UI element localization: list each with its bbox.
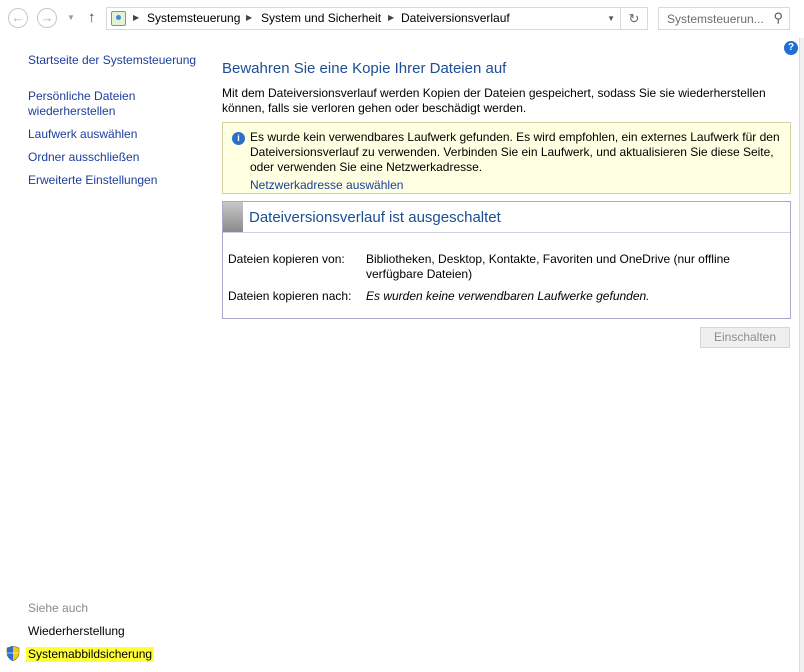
control-panel-icon: [111, 11, 126, 26]
copy-to-value: Es wurden keine verwendbaren Laufwerke g…: [366, 289, 650, 303]
page-title: Bewahren Sie eine Kopie Ihrer Dateien au…: [222, 60, 507, 77]
sidebar-item-systemabbildsicherung[interactable]: Systemabbildsicherung: [26, 647, 155, 662]
shield-icon: [6, 646, 20, 661]
forward-arrow-icon: →: [40, 10, 54, 25]
forward-button[interactable]: →: [37, 8, 57, 28]
sidebar-item-startseite[interactable]: Startseite der Systemsteuerung: [28, 53, 196, 68]
breadcrumb-systemsteuerung[interactable]: Systemsteuerung: [147, 11, 240, 25]
intro-text: Mit dem Dateiversionsverlauf werden Kopi…: [222, 86, 766, 115]
status-header: Dateiversionsverlauf ist ausgeschaltet: [223, 202, 790, 233]
sidebar-item-wiederherstellung[interactable]: Wiederherstellung: [28, 624, 125, 639]
address-history-chevron-icon[interactable]: ▼: [607, 14, 615, 23]
network-address-link[interactable]: Netzwerkadresse auswählen: [250, 178, 403, 192]
recent-locations-chevron-icon[interactable]: ▼: [67, 13, 75, 22]
status-title: Dateiversionsverlauf ist ausgeschaltet: [249, 209, 501, 226]
navigation-bar: ← → ▼ ↑ ▶ Systemsteuerung ▶ System und S…: [0, 0, 804, 38]
see-also-heading: Siehe auch: [28, 601, 89, 615]
breadcrumb-separator-icon[interactable]: ▶: [133, 13, 139, 22]
status-panel: Dateiversionsverlauf ist ausgeschaltet D…: [222, 201, 791, 319]
status-indicator: [223, 202, 243, 232]
copy-to-label: Dateien kopieren nach:: [228, 289, 352, 303]
scrollbar-edge: [799, 38, 804, 672]
search-placeholder: Systemsteuerun...: [667, 12, 764, 26]
search-icon[interactable]: ⚲: [773, 10, 783, 26]
breadcrumb-dateiversionsverlauf[interactable]: Dateiversionsverlauf: [401, 11, 510, 25]
up-arrow-icon[interactable]: ↑: [88, 9, 96, 26]
highlighted-label: Systemabbildsicherung: [26, 647, 155, 662]
info-banner: i Es wurde kein verwendbares Laufwerk ge…: [222, 122, 791, 194]
copy-from-label: Dateien kopieren von:: [228, 252, 345, 266]
back-button[interactable]: ←: [8, 8, 28, 28]
info-icon: i: [232, 132, 245, 145]
search-input[interactable]: Systemsteuerun... ⚲: [658, 7, 790, 30]
refresh-icon: ↻: [628, 11, 640, 26]
breadcrumb-separator-icon[interactable]: ▶: [388, 13, 394, 22]
sidebar-item-ordner-ausschliessen[interactable]: Ordner ausschließen: [28, 150, 139, 165]
sidebar-item-erweiterte-einstellungen[interactable]: Erweiterte Einstellungen: [28, 173, 157, 188]
sidebar-item-persoenliche-dateien[interactable]: Persönliche Dateien wiederherstellen: [28, 89, 135, 119]
copy-from-value: Bibliotheken, Desktop, Kontakte, Favorit…: [366, 252, 730, 281]
turn-on-button[interactable]: Einschalten: [700, 327, 790, 348]
address-field[interactable]: ▶ Systemsteuerung ▶ System und Sicherhei…: [106, 7, 648, 30]
sidebar-item-laufwerk-auswaehlen[interactable]: Laufwerk auswählen: [28, 127, 137, 142]
breadcrumb-separator-icon[interactable]: ▶: [246, 13, 252, 22]
info-text: Es wurde kein verwendbares Laufwerk gefu…: [250, 130, 780, 174]
back-arrow-icon: ←: [11, 10, 25, 25]
breadcrumb-system-und-sicherheit[interactable]: System und Sicherheit: [261, 11, 381, 25]
refresh-button[interactable]: ↻: [620, 8, 647, 29]
help-icon[interactable]: ?: [784, 41, 798, 55]
